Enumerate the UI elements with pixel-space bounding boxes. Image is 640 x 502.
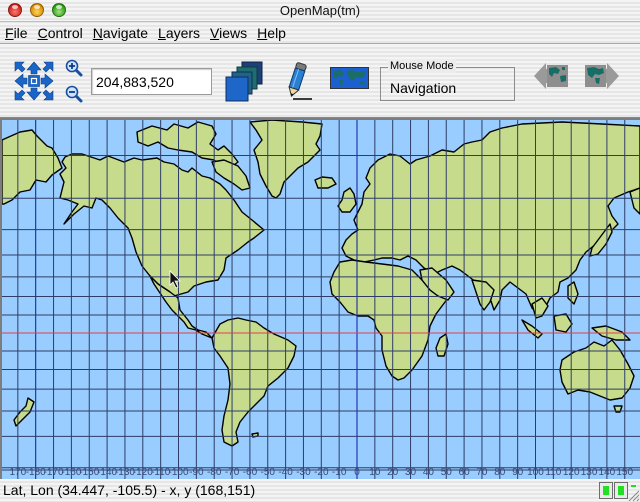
menu-label: ile [13, 25, 28, 41]
menu-mnemonic: F [5, 25, 14, 41]
resize-grip-icon[interactable] [626, 483, 640, 502]
drawing-tool-button[interactable] [285, 59, 313, 101]
menu-layers[interactable]: Layers [158, 25, 200, 41]
longitude-label: -80 [207, 467, 222, 478]
pan-northwest-icon[interactable] [14, 61, 26, 73]
projection-forward-icon [585, 63, 619, 89]
menu-file[interactable]: File [5, 25, 28, 41]
mouse-mode-panel[interactable]: Mouse Mode Navigation [380, 59, 515, 101]
pan-east-icon[interactable] [40, 73, 54, 89]
longitude-label: 80 [494, 467, 506, 478]
pan-control [14, 61, 54, 101]
menu-label: ayers [165, 25, 201, 41]
menu-navigate[interactable]: Navigate [93, 25, 148, 41]
layers-button[interactable] [225, 60, 267, 102]
title-bar: OpenMap(tm) [0, 0, 640, 22]
pan-southwest-icon[interactable] [14, 89, 26, 101]
longitude-label: 100 [527, 467, 544, 478]
menu-label: ontrol [47, 25, 83, 41]
menu-mnemonic: H [257, 25, 268, 41]
window-title: OpenMap(tm) [279, 3, 361, 18]
longitude-label: -10 [332, 467, 347, 478]
map-svg[interactable]: 170 -180-170-160-150-140-130-120-110-100-… [2, 120, 640, 479]
menu-mnemonic: N [92, 25, 103, 41]
menu-mnemonic: C [37, 25, 48, 41]
longitude-label: -60 [243, 467, 258, 478]
world-map-icon [330, 67, 369, 89]
longitude-label: -30 [296, 467, 311, 478]
map-canvas[interactable]: 170 -180 -170 -160 -150 -140 -130 -120 -110 -100-… [0, 118, 640, 479]
longitude-label: 150 [616, 467, 633, 478]
longitude-label: -70 [225, 467, 240, 478]
longitude-label: -100 [168, 467, 188, 478]
longitude-label: 50 [441, 467, 453, 478]
menu-label: elp [267, 25, 286, 41]
pencil-icon [288, 62, 312, 100]
landmass-iceland [314, 176, 337, 189]
mouse-mode-value[interactable]: Navigation [390, 80, 456, 96]
overview-map-button[interactable] [330, 67, 369, 89]
pan-northeast-icon[interactable] [42, 61, 54, 73]
longitude-label: 60 [459, 467, 471, 478]
pan-west-icon[interactable] [14, 73, 28, 89]
layers-stack-icon [225, 61, 263, 102]
longitude-label: 30 [405, 467, 417, 478]
longitude-label: 140 [599, 467, 616, 478]
longitude-label: 110 [545, 467, 561, 478]
longitude-label: -50 [261, 467, 276, 478]
longitude-label: -20 [314, 467, 329, 478]
zoom-in-button[interactable] [65, 59, 83, 77]
longitude-label: 120 [563, 467, 580, 478]
menu-mnemonic: V [210, 25, 220, 41]
projection-forward-button[interactable] [583, 63, 619, 89]
recenter-icon[interactable] [28, 75, 40, 87]
menu-views[interactable]: Views [210, 25, 247, 41]
zoom-out-icon [65, 85, 83, 103]
longitude-label: 170 [10, 467, 27, 478]
longitude-label: 40 [423, 467, 435, 478]
projection-back-button[interactable] [534, 63, 570, 89]
pan-southeast-icon[interactable] [42, 89, 54, 101]
menu-label: iews [219, 25, 248, 41]
longitude-label: -40 [278, 467, 293, 478]
longitude-label: 20 [387, 467, 399, 478]
longitude-label: 70 [476, 467, 488, 478]
menu-label: avigate [102, 25, 149, 41]
menu-mnemonic: L [158, 25, 166, 41]
scale-input[interactable] [91, 68, 212, 95]
menu-bar: File Control Navigate Layers Views Help [0, 23, 640, 44]
longitude-label: 90 [512, 467, 524, 478]
status-bar: Lat, Lon (34.447, -105.5) - x, y (168,15… [0, 479, 640, 502]
longitude-labels: 170 -180-170-160-150-140-130-120-110-100-… [10, 467, 634, 478]
mouse-mode-legend: Mouse Mode [388, 59, 456, 73]
longitude-label: 10 [369, 467, 381, 478]
longitude-label: -90 [189, 467, 204, 478]
projection-back-icon [534, 63, 568, 89]
longitude-label: 130 [581, 467, 598, 478]
coordinates-readout: Lat, Lon (34.447, -105.5) - x, y (168,15… [3, 482, 256, 498]
menu-help[interactable]: Help [257, 25, 286, 41]
zoom-out-button[interactable] [65, 85, 83, 103]
zoom-in-icon [65, 59, 83, 77]
pan-south-icon[interactable] [26, 87, 42, 101]
longitude-label: 0 [354, 467, 360, 478]
toolbar: Mouse Mode Navigation [0, 45, 640, 118]
status-indicator [599, 482, 613, 499]
menu-control[interactable]: Control [38, 25, 83, 41]
pan-north-icon[interactable] [26, 61, 42, 75]
